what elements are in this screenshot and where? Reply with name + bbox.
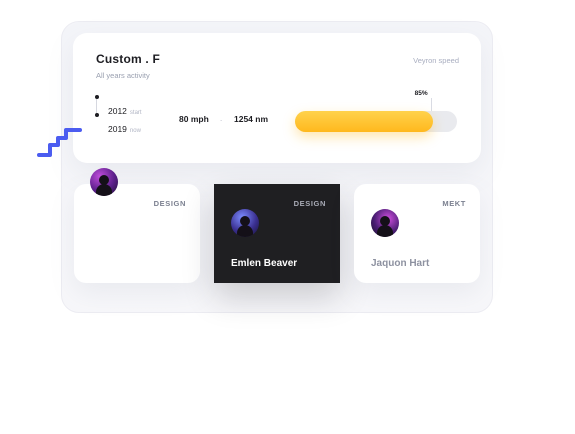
stat-separator: . xyxy=(220,114,223,123)
card-category-tag: MEKT xyxy=(442,199,466,208)
progress-label: 85% xyxy=(414,90,428,97)
speed-stat: 80 mph xyxy=(179,114,209,124)
year-value: 2012 xyxy=(108,106,127,116)
card-title: Custom . F xyxy=(96,52,160,66)
timeline-year-start: 2012 start xyxy=(108,106,142,116)
avatar-body xyxy=(237,225,253,237)
person-card-3[interactable]: MEKT Jaquon Hart xyxy=(354,184,480,283)
person-card-2[interactable]: DESIGN Emlen Beaver xyxy=(214,184,340,283)
avatar[interactable] xyxy=(231,209,259,237)
card-category-tag: DESIGN xyxy=(153,199,186,208)
avatar[interactable] xyxy=(371,209,399,237)
timeline-year-now: 2019 now xyxy=(108,124,141,134)
timeline-dot-start xyxy=(95,95,99,99)
person-card-1[interactable]: DESIGN xyxy=(74,184,200,283)
card-category-tag: DESIGN xyxy=(293,199,326,208)
squiggle-decoration-icon xyxy=(37,128,82,157)
progress-bar: 85% xyxy=(295,90,457,132)
avatar-body xyxy=(96,184,112,196)
veyron-speed-link[interactable]: Veyron speed xyxy=(413,56,459,65)
activity-card: Custom . F All years activity Veyron spe… xyxy=(73,33,481,163)
avatar[interactable] xyxy=(90,168,118,196)
card-subtitle: All years activity xyxy=(96,71,150,80)
year-value: 2019 xyxy=(108,124,127,134)
person-name: Jaquon Hart xyxy=(371,258,430,269)
year-tag: start xyxy=(129,110,142,116)
avatar-body xyxy=(377,225,393,237)
progress-marker xyxy=(430,98,432,111)
progress-fill xyxy=(295,111,433,132)
timeline-dot-now xyxy=(95,113,99,117)
person-name: Emlen Beaver xyxy=(231,258,298,269)
distance-stat: 1254 nm xyxy=(234,114,269,124)
year-tag: now xyxy=(129,128,141,134)
